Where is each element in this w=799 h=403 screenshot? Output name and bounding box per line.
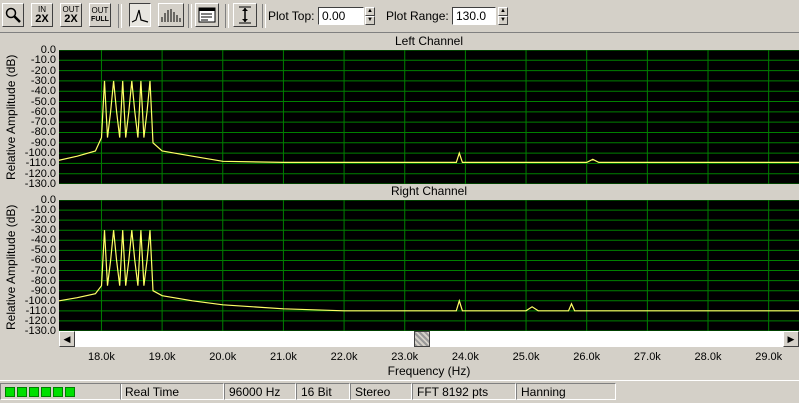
sample-rate-status: 96000 Hz — [224, 383, 296, 400]
right-y-axis-label: Relative Amplitude (dB) — [4, 204, 18, 330]
x-tick-label: 19.0k — [148, 351, 176, 363]
x-tick-label: 20.0k — [209, 351, 237, 363]
bar-plot-button[interactable] — [158, 3, 184, 27]
x-tick-label: 27.0k — [633, 351, 661, 363]
mode-status: Real Time — [120, 383, 224, 400]
spin-down-icon[interactable]: ▼ — [498, 16, 508, 25]
channels-status: Stereo — [350, 383, 412, 400]
spin-up-icon[interactable]: ▲ — [365, 7, 375, 16]
plot-range-label: Plot Range: — [386, 9, 449, 23]
zoom-button[interactable] — [2, 3, 24, 27]
magnifier-icon — [5, 7, 21, 23]
plot-top-input[interactable]: 0.00 — [318, 7, 364, 25]
left-y-axis-label: Relative Amplitude (dB) — [4, 54, 18, 180]
left-spectrum-trace — [59, 80, 799, 164]
zoom-out-full-factor: FULL — [91, 15, 109, 23]
meter-segment — [29, 387, 39, 397]
toolbar-separator — [188, 4, 192, 28]
x-tick-label: 21.0k — [269, 351, 297, 363]
left-channel-plot[interactable] — [59, 50, 799, 184]
fft-status: FFT 8192 pts — [412, 383, 516, 400]
line-plot-button[interactable] — [129, 3, 151, 27]
scroll-left-icon[interactable]: ◀ — [59, 331, 75, 347]
vertical-scale-icon — [239, 6, 251, 24]
panel-icon — [198, 7, 216, 23]
meter-segment — [65, 387, 75, 397]
x-tick-labels: 18.0k 19.0k 20.0k 21.0k 22.0k 23.0k 24.0k 25.0k… — [59, 351, 799, 365]
zoom-out-full-button[interactable]: OUT FULL — [89, 3, 111, 27]
x-tick-label: 24.0k — [451, 351, 479, 363]
left-y-tick-labels: 0.0 -10.0 -20.0 -30.0 -40.0 -50.0 -60.0 -70.0 -8… — [24, 44, 58, 190]
toolbar: IN 2X OUT 2X OUT FULL Plot Top: 0.00 ▲ ▼ Plo… — [0, 0, 799, 33]
right-y-tick-label: -130.0 — [24, 325, 56, 337]
plot-top-spinner[interactable]: ▲ ▼ — [365, 7, 375, 25]
settings-panel-button[interactable] — [195, 3, 219, 27]
status-bar: Real Time 96000 Hz 16 Bit Stereo FFT 819… — [0, 380, 799, 403]
x-tick-label: 28.0k — [694, 351, 722, 363]
line-spectrum-icon — [131, 9, 149, 23]
zoom-in-2x-button[interactable]: IN 2X — [31, 3, 53, 27]
left-channel-title: Left Channel — [394, 34, 464, 48]
zoom-out-factor: 2X — [64, 12, 78, 25]
meter-segment — [5, 387, 15, 397]
x-tick-label: 25.0k — [512, 351, 540, 363]
bit-depth-status: 16 Bit — [296, 383, 350, 400]
bar-spectrum-icon — [161, 9, 181, 22]
x-axis-label: Frequency (Hz) — [387, 364, 471, 378]
zoom-out-2x-button[interactable]: OUT 2X — [60, 3, 82, 27]
x-tick-label: 26.0k — [573, 351, 601, 363]
x-tick-label: 23.0k — [391, 351, 419, 363]
zoom-out-full-label: OUT — [91, 5, 109, 15]
x-tick-label: 18.0k — [87, 351, 115, 363]
spin-down-icon[interactable]: ▼ — [365, 16, 375, 25]
toolbar-separator — [225, 4, 229, 28]
zoom-in-factor: 2X — [35, 12, 49, 25]
x-tick-label: 29.0k — [755, 351, 783, 363]
toolbar-separator — [262, 4, 266, 28]
right-channel-plot[interactable] — [59, 200, 799, 331]
x-tick-label: 22.0k — [330, 351, 358, 363]
meter-segment — [17, 387, 27, 397]
toolbar-separator — [118, 4, 122, 28]
autoscale-button[interactable] — [233, 3, 257, 27]
scroll-right-icon[interactable]: ▶ — [783, 331, 799, 347]
plot-range-spinner[interactable]: ▲ ▼ — [498, 7, 508, 25]
right-channel-title: Right Channel — [390, 184, 468, 198]
scrollbar-thumb[interactable] — [414, 331, 431, 347]
plot-top-label: Plot Top: — [268, 9, 315, 23]
left-y-tick-label: -130.0 — [24, 178, 56, 190]
level-meter-segments — [5, 385, 117, 397]
level-meter — [0, 383, 122, 400]
right-y-tick-labels: 0.0 -10.0 -20.0 -30.0 -40.0 -50.0 -60.0 -70.0 -8… — [24, 194, 58, 337]
spin-up-icon[interactable]: ▲ — [498, 7, 508, 16]
meter-segment — [41, 387, 51, 397]
plot-range-input[interactable]: 130.0 — [452, 7, 496, 25]
horizontal-scrollbar[interactable]: ◀ ▶ — [59, 331, 799, 347]
window-status: Hanning — [516, 383, 616, 400]
meter-segment — [53, 387, 63, 397]
